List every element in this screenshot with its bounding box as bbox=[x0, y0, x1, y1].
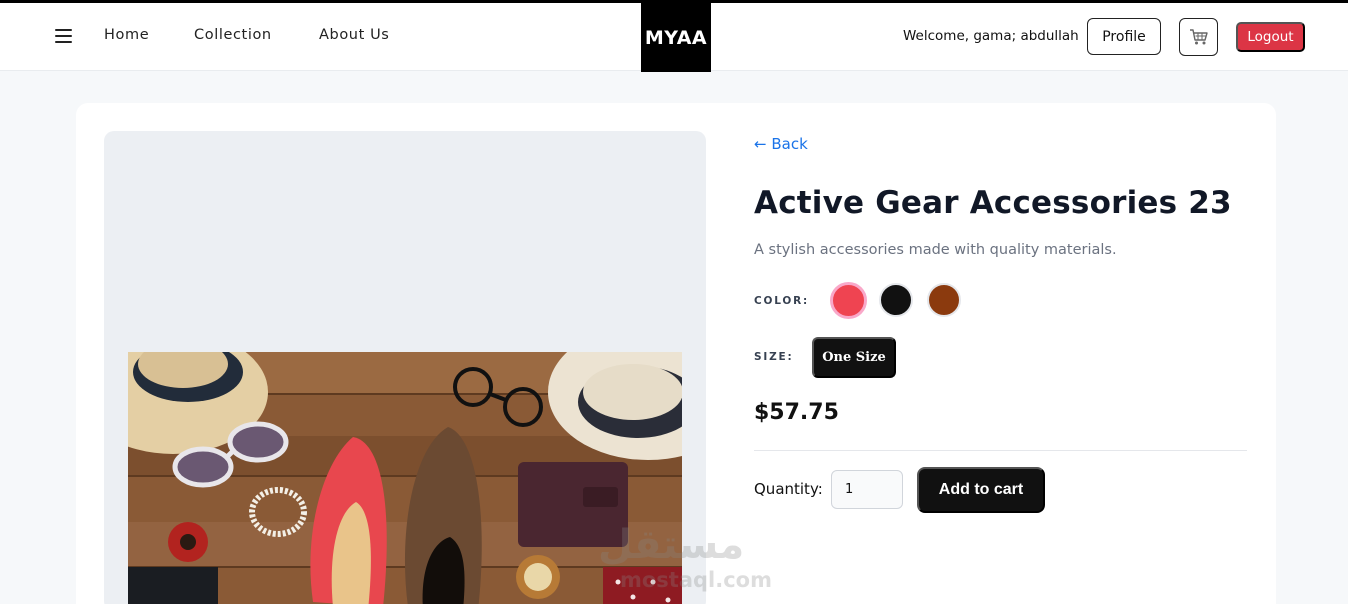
size-label: SIZE: bbox=[754, 351, 794, 363]
divider bbox=[754, 450, 1247, 451]
profile-button[interactable]: Profile bbox=[1087, 18, 1161, 55]
size-option-one-size[interactable]: One Size bbox=[812, 337, 896, 378]
product-card: ← Back Active Gear Accessories 23 A styl… bbox=[76, 103, 1276, 604]
product-image bbox=[128, 352, 682, 604]
brand-logo[interactable]: MYAA bbox=[641, 3, 711, 72]
menu-icon[interactable] bbox=[55, 29, 72, 43]
logout-button[interactable]: Logout bbox=[1236, 22, 1305, 52]
cart-button[interactable] bbox=[1179, 18, 1218, 56]
navbar: Home Collection About Us MYAA Welcome, g… bbox=[0, 3, 1348, 72]
product-description: A stylish accessories made with quality … bbox=[754, 242, 1117, 258]
color-swatch-brown[interactable] bbox=[927, 283, 961, 317]
color-swatch-red[interactable] bbox=[830, 282, 867, 319]
product-title: Active Gear Accessories 23 bbox=[754, 185, 1232, 221]
quantity-label: Quantity: bbox=[754, 480, 823, 498]
product-price: $57.75 bbox=[754, 400, 839, 425]
color-label: COLOR: bbox=[754, 295, 809, 307]
color-swatch-black[interactable] bbox=[879, 283, 913, 317]
welcome-text: Welcome, gama; abdullah bbox=[903, 28, 1079, 44]
shopping-cart-icon bbox=[1189, 29, 1208, 45]
nav-link-home[interactable]: Home bbox=[104, 27, 149, 43]
product-image-panel bbox=[104, 131, 706, 604]
nav-link-collection[interactable]: Collection bbox=[194, 27, 272, 43]
add-to-cart-button[interactable]: Add to cart bbox=[917, 467, 1045, 513]
nav-link-about-us[interactable]: About Us bbox=[319, 27, 389, 43]
quantity-input[interactable] bbox=[831, 470, 903, 509]
back-link[interactable]: ← Back bbox=[754, 135, 808, 153]
